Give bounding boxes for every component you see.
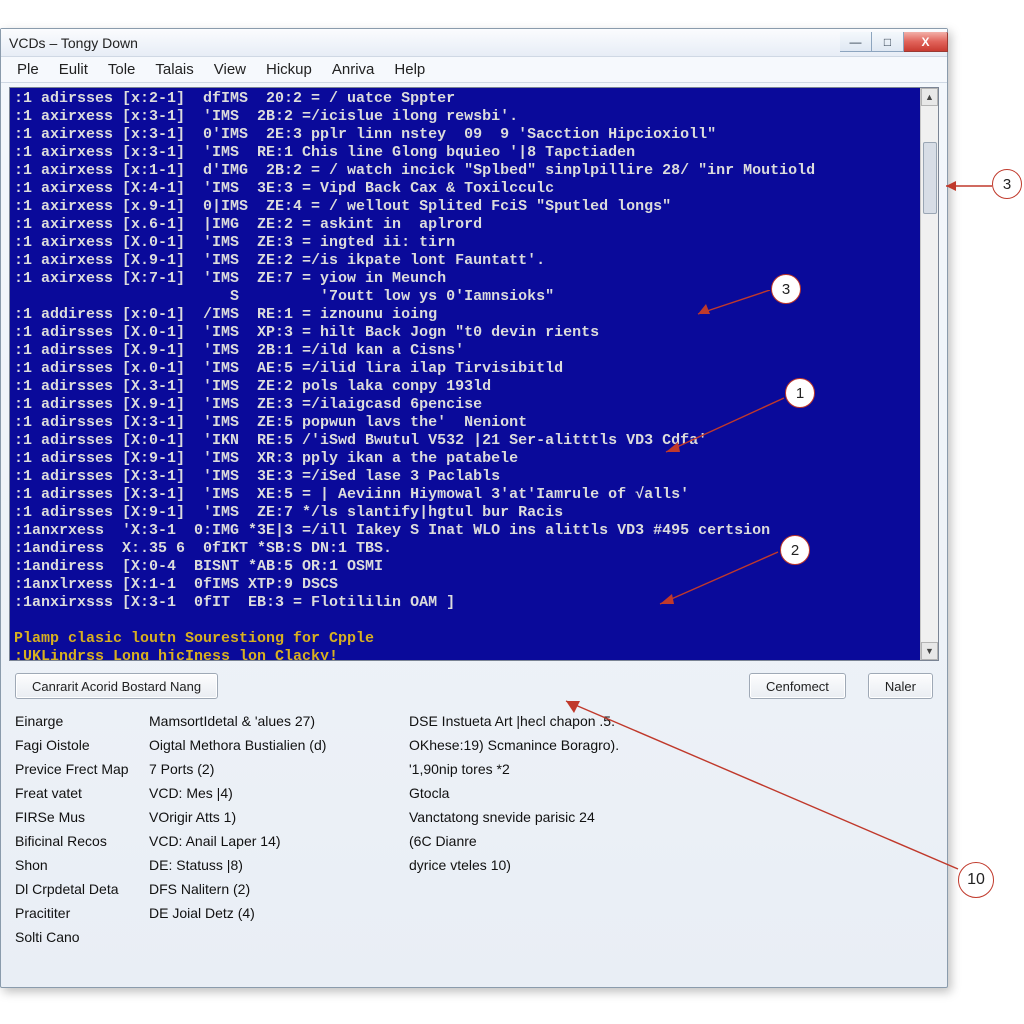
stat-line: '1,90nip tores *2 — [409, 757, 933, 781]
stat-key: Fagi Oistole — [15, 733, 149, 757]
stat-line: dyrice vteles 10) — [409, 853, 933, 877]
stat-row: Dl Crpdetal DetaDFS Nalitern (2) — [15, 877, 391, 901]
menu-item-help[interactable]: Help — [386, 59, 433, 80]
stat-value: DE Joial Detz (4) — [149, 901, 255, 925]
stat-line: Vanctatong snevide parisic 24 — [409, 805, 933, 829]
menu-bar: PleEulitToleTalaisViewHickupAnrivaHelp — [1, 57, 947, 83]
maximize-button[interactable]: □ — [872, 32, 904, 52]
stats-left-block: EinargeMamsortIdetal & 'alues 27)Fagi Oi… — [15, 709, 391, 949]
stat-row: Fagi OistoleOigtal Methora Bustialien (d… — [15, 733, 391, 757]
stat-key: Solti Cano — [15, 925, 149, 949]
close-button[interactable]: X — [904, 32, 948, 52]
window-controls: — □ X — [840, 32, 948, 52]
minimize-icon: — — [850, 35, 862, 49]
stat-value: Oigtal Methora Bustialien (d) — [149, 733, 326, 757]
stat-line: OKhese:19) Scmanince Boragro). — [409, 733, 933, 757]
stats-area: EinargeMamsortIdetal & 'alues 27)Fagi Oi… — [15, 709, 933, 949]
stat-row: EinargeMamsortIdetal & 'alues 27) — [15, 709, 391, 733]
menu-item-tole[interactable]: Tole — [100, 59, 144, 80]
vertical-scrollbar[interactable]: ▲ ▼ — [920, 88, 938, 660]
stat-row: ShonDE: Statuss |8) — [15, 853, 391, 877]
callout-10: 10 — [958, 862, 994, 898]
stat-row: Solti Cano — [15, 925, 391, 949]
console-panel: :1 adirsses [x:2-1] dfIMS 20:2 = / uatce… — [9, 87, 939, 661]
stat-row: Freat vatetVCD: Mes |4) — [15, 781, 391, 805]
stat-row: Previce Frect Map7 Ports (2) — [15, 757, 391, 781]
stat-value: DFS Nalitern (2) — [149, 877, 250, 901]
menu-item-talais[interactable]: Talais — [147, 59, 201, 80]
scroll-thumb[interactable] — [923, 142, 937, 214]
next-button[interactable]: Naler — [868, 673, 933, 699]
app-window: VCDs – Tongy Down — □ X PleEulitToleTala… — [0, 28, 948, 988]
menu-item-anriva[interactable]: Anriva — [324, 59, 383, 80]
menu-item-ple[interactable]: Ple — [9, 59, 47, 80]
window-title: VCDs – Tongy Down — [7, 35, 138, 51]
close-icon: X — [921, 35, 929, 49]
stat-key: Freat vatet — [15, 781, 149, 805]
stat-row: PracititerDE Joial Detz (4) — [15, 901, 391, 925]
main-action-button[interactable]: Canrarit Acorid Bostard Nang — [15, 673, 218, 699]
stat-line: Gtocla — [409, 781, 933, 805]
stat-value: VOrigir Atts 1) — [149, 805, 236, 829]
stats-right-block: DSE Instueta Art |hecl chapon .5.OKhese:… — [409, 709, 933, 949]
maximize-icon: □ — [884, 35, 891, 49]
stat-key: Einarge — [15, 709, 149, 733]
stat-value: VCD: Mes |4) — [149, 781, 233, 805]
stat-line: DSE Instueta Art |hecl chapon .5. — [409, 709, 933, 733]
menu-item-eulit[interactable]: Eulit — [51, 59, 96, 80]
scroll-down-button[interactable]: ▼ — [921, 642, 938, 660]
callout-3-outer: 3 — [992, 169, 1022, 199]
stat-value: MamsortIdetal & 'alues 27) — [149, 709, 315, 733]
console-output: :1 adirsses [x:2-1] dfIMS 20:2 = / uatce… — [10, 88, 920, 660]
stat-key: Bificinal Recos — [15, 829, 149, 853]
menu-item-view[interactable]: View — [206, 59, 254, 80]
stat-key: FIRSe Mus — [15, 805, 149, 829]
titlebar: VCDs – Tongy Down — □ X — [1, 29, 947, 57]
menu-item-hickup[interactable]: Hickup — [258, 59, 320, 80]
stat-row: FIRSe MusVOrigir Atts 1) — [15, 805, 391, 829]
stat-row: Bificinal RecosVCD: Anail Laper 14) — [15, 829, 391, 853]
stat-key: Dl Crpdetal Deta — [15, 877, 149, 901]
stat-value: VCD: Anail Laper 14) — [149, 829, 281, 853]
stat-line: (6C Dianre — [409, 829, 933, 853]
connect-button[interactable]: Cenfomect — [749, 673, 846, 699]
stat-key: Shon — [15, 853, 149, 877]
stat-value: DE: Statuss |8) — [149, 853, 243, 877]
minimize-button[interactable]: — — [840, 32, 872, 52]
button-row: Canrarit Acorid Bostard Nang Cenfomect N… — [15, 673, 933, 699]
scroll-up-button[interactable]: ▲ — [921, 88, 938, 106]
stat-key: Pracititer — [15, 901, 149, 925]
stat-value: 7 Ports (2) — [149, 757, 214, 781]
stat-key: Previce Frect Map — [15, 757, 149, 781]
arrow-3-outer — [940, 178, 1000, 194]
